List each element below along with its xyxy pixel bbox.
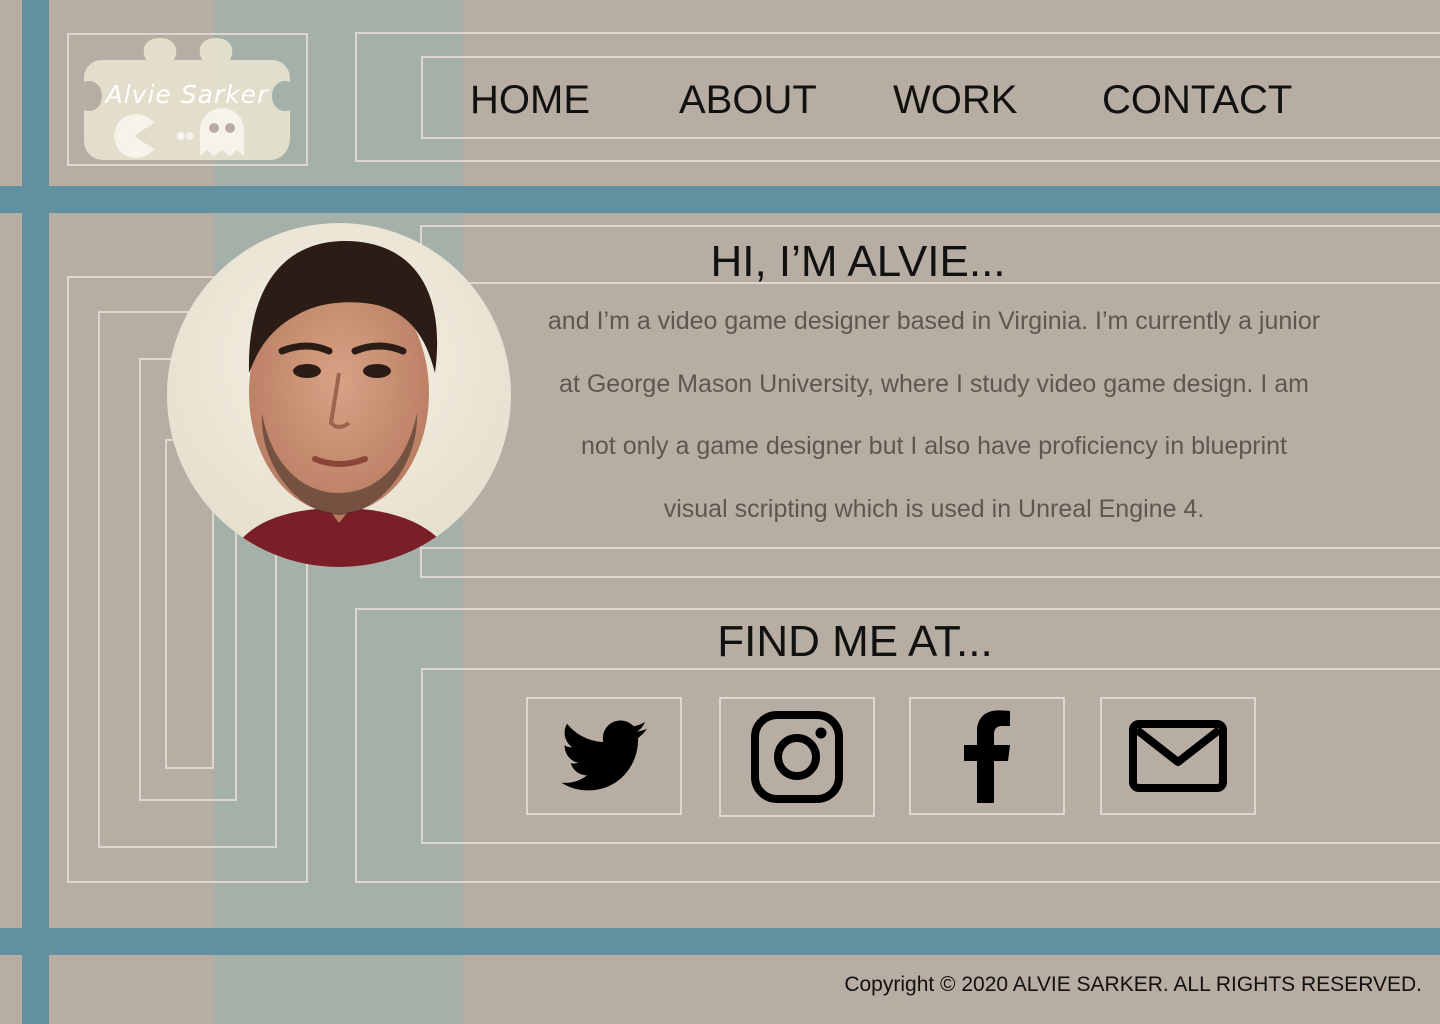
mail-icon [1129,720,1227,792]
profile-avatar [167,223,511,567]
facebook-link[interactable] [909,697,1065,815]
vertical-accent-bar [22,0,49,1024]
bio-line: not only a game designer but I also have… [581,432,1287,460]
twitter-icon [561,720,647,791]
logo-text: Alvie Sarker [105,80,269,109]
copyright-text: Copyright © 2020 ALVIE SARKER. ALL RIGHT… [844,973,1422,996]
about-bio: and I’m a video game designer based in V… [520,290,1348,540]
email-link[interactable] [1100,697,1256,815]
portrait-illustration [167,223,511,567]
footer-accent-bar [0,928,1440,955]
bio-line: at George Mason University, where I stud… [559,369,1309,398]
instagram-link[interactable] [719,697,875,817]
twitter-link[interactable] [526,697,682,815]
nav-about[interactable]: ABOUT [679,76,817,124]
bio-line: and I’m a video game designer based in V… [547,307,1321,335]
nav-work[interactable]: WORK [893,76,1017,124]
header-accent-bar [0,186,1440,213]
nav-contact[interactable]: CONTACT [1102,76,1292,124]
bio-line: visual scripting which is used in Unreal… [663,494,1205,523]
about-heading: HI, I’M ALVIE... [710,237,1006,286]
facebook-icon [964,710,1010,803]
nav-home[interactable]: HOME [470,76,590,124]
site-logo[interactable]: Alvie Sarker [84,38,290,160]
social-heading: FIND ME AT... [717,617,993,666]
instagram-icon [751,711,843,803]
